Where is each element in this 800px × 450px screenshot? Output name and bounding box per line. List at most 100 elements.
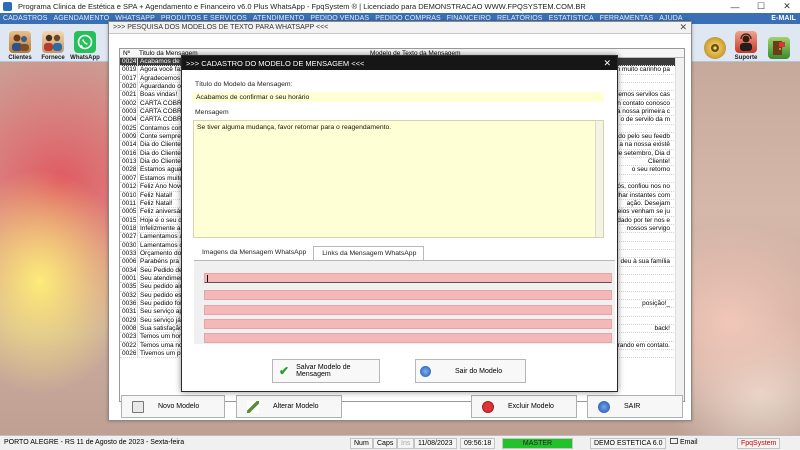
row-model-preview: ilhar instantes com: [615, 191, 670, 199]
save-template-button[interactable]: ✔ Salvar Modelo de Mensagem: [272, 359, 380, 383]
delete-icon: [482, 400, 494, 413]
exit-circle-icon: [420, 365, 431, 377]
row-number: 0019: [122, 66, 136, 74]
link-input-3[interactable]: [204, 305, 612, 315]
column-header-no[interactable]: Nº: [123, 50, 130, 57]
row-number: 0014: [122, 141, 136, 149]
title-bar: Programa Clinica de Estética e SPA + Age…: [0, 0, 800, 13]
row-number: 0021: [122, 91, 136, 99]
clientes-button[interactable]: Clientes: [3, 25, 37, 61]
window-controls: — ☐ ✕: [722, 0, 800, 13]
row-model-preview: om muito carinho pa: [611, 66, 670, 74]
minimize-button[interactable]: —: [722, 0, 748, 13]
row-number: 0032: [122, 291, 136, 299]
status-email[interactable]: Email: [667, 438, 701, 449]
row-model-preview: nossos servigo: [626, 224, 670, 232]
row-number: 0010: [122, 191, 136, 199]
row-number: 0028: [122, 166, 136, 174]
message-label: Mensagem: [195, 109, 229, 116]
row-model-preview: nós, confiou nos no: [613, 183, 670, 191]
row-model-preview: back!: [654, 325, 670, 332]
search-window-title: >>> PESQUISA DOS MODELOS DE TEXTO PARA W…: [109, 22, 691, 34]
message-scrollbar[interactable]: [595, 121, 603, 237]
sair-button[interactable]: SAIR: [587, 395, 683, 418]
exit-arrow-icon: [598, 400, 610, 413]
row-model-preview: ssemos servilos cas: [611, 91, 670, 99]
whatsapp-icon: [74, 31, 96, 53]
row-number: 0004: [122, 116, 136, 124]
row-model-preview: a nossa primeira c: [616, 108, 670, 116]
row-model-preview: ação. Desejam: [626, 199, 670, 207]
row-model-preview: a na nossa existê: [619, 141, 670, 149]
maximize-button[interactable]: ☐: [748, 0, 774, 13]
search-window-close-button[interactable]: ✕: [679, 22, 687, 33]
status-time: 09:56:18: [460, 438, 496, 449]
row-number: 0007: [122, 174, 136, 182]
fornecedores-button[interactable]: Fornece: [36, 25, 70, 61]
cadastro-modelo-dialog: >>> CADASTRO DO MODELO DE MENSAGEM <<< ✕…: [181, 55, 618, 392]
status-ins: Ins: [397, 438, 415, 449]
row-model-preview: eios venham se ju: [617, 208, 670, 216]
status-location-date: PORTO ALEGRE - RS 11 de Agosto de 2023 -…: [4, 439, 185, 446]
tab-links[interactable]: Links da Mensagem WhatsApp: [313, 246, 425, 260]
status-num: Num: [350, 438, 373, 449]
row-number: 0035: [122, 283, 136, 291]
row-model-preview: o seu retorno: [631, 166, 670, 174]
row-number: 0013: [122, 158, 136, 166]
row-model-preview: rando em contato.: [617, 341, 670, 349]
email-icon: [670, 438, 678, 444]
row-number: 0001: [122, 274, 136, 282]
tool-settings-button[interactable]: [698, 25, 732, 61]
link-input-5[interactable]: [204, 333, 612, 343]
row-model-preview: de setembro, Dia d: [615, 149, 670, 157]
dialog-close-button[interactable]: ✕: [603, 58, 611, 69]
menu-agendamento[interactable]: AGENDAMENTO: [53, 15, 109, 22]
status-master: MASTER: [502, 438, 573, 449]
row-model-preview: deu à sua família: [620, 258, 670, 266]
row-model-preview: posição!_: [642, 299, 670, 307]
dialog-title: >>> CADASTRO DO MODELO DE MENSAGEM <<<: [182, 56, 617, 70]
window-title: Programa Clinica de Estética e SPA + Age…: [18, 2, 586, 11]
exit-app-button[interactable]: [762, 25, 796, 61]
template-title-label: Título do Modelo da Mensagem:: [195, 81, 293, 88]
grid-scrollbar[interactable]: [675, 58, 684, 401]
tab-imagens[interactable]: Imagens da Mensagem WhatsApp: [194, 246, 313, 260]
status-caps: Caps: [373, 438, 398, 449]
close-button[interactable]: ✕: [774, 0, 800, 13]
row-number: 0031: [122, 308, 136, 316]
excluir-modelo-button[interactable]: Excluir Modelo: [471, 395, 577, 418]
row-number: 0005: [122, 208, 136, 216]
menu-email[interactable]: E-MAIL: [771, 15, 796, 22]
checkmark-icon: ✔: [279, 364, 290, 378]
novo-modelo-button[interactable]: Novo Modelo: [121, 395, 225, 418]
row-model-preview: o de servilo da m: [620, 116, 671, 124]
row-number: 0018: [122, 224, 136, 232]
status-company: DEMO ESTETICA 6.0: [590, 438, 667, 449]
suporte-button[interactable]: Suporte: [729, 25, 763, 61]
row-number: 0027: [122, 233, 136, 241]
message-textarea[interactable]: Se tiver alguma mudança, favor retornar …: [193, 120, 604, 238]
row-number: 0025: [122, 124, 136, 132]
whatsapp-button[interactable]: WhatsApp: [68, 25, 102, 61]
exit-template-button[interactable]: Sair do Modelo: [415, 359, 526, 383]
link-input-4[interactable]: [204, 319, 612, 329]
row-number: 0011: [122, 199, 136, 207]
row-number: 0015: [122, 216, 136, 224]
template-title-input[interactable]: [193, 92, 604, 102]
app-icon: [3, 2, 12, 11]
alterar-modelo-button[interactable]: Alterar Modelo: [236, 395, 342, 418]
row-number: 0003: [122, 108, 136, 116]
dialog-tabs: Imagens da Mensagem WhatsApp Links da Me…: [194, 246, 425, 260]
clients-icon: [9, 31, 31, 53]
link-input-1[interactable]: [204, 273, 612, 283]
row-number: 0017: [122, 74, 136, 82]
row-number: 0020: [122, 83, 136, 91]
menu-cadastros[interactable]: CADASTROS: [3, 15, 47, 22]
edit-pencil-icon: [247, 400, 259, 413]
row-model-preview: dido pelo seu feedb: [613, 133, 670, 141]
row-number: 0022: [122, 341, 136, 349]
link-input-2[interactable]: [204, 290, 612, 300]
status-date: 11/08/2023: [414, 438, 457, 449]
links-panel: [194, 260, 615, 344]
row-number: 0002: [122, 99, 136, 107]
